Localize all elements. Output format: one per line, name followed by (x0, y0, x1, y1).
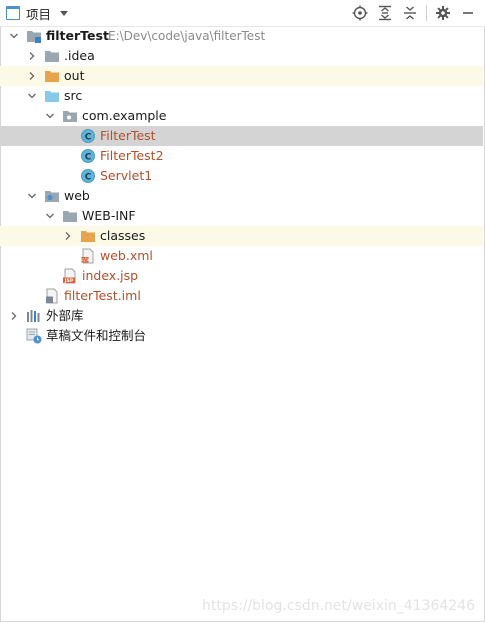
node-label: .idea (64, 48, 95, 63)
node-label: out (64, 68, 85, 83)
project-name: filterTest (46, 28, 109, 43)
source-folder-icon (44, 88, 60, 104)
chevron-right-icon[interactable] (26, 50, 38, 62)
tree-node-class-filtertest2[interactable]: C FilterTest2 (0, 146, 483, 166)
project-panel-icon (6, 6, 20, 20)
node-label: Servlet1 (100, 168, 153, 183)
web-folder-icon (44, 188, 60, 204)
java-class-icon: C (80, 128, 96, 144)
collapse-all-icon[interactable] (401, 4, 419, 22)
expand-all-icon[interactable] (376, 4, 394, 22)
java-class-icon: C (80, 148, 96, 164)
chevron-down-icon[interactable] (26, 90, 38, 102)
chevron-down-icon[interactable] (44, 210, 56, 222)
project-tree: filterTest E:\Dev\code\java\filterTest .… (0, 26, 483, 346)
tree-node-scratches[interactable]: 草稿文件和控制台 (0, 326, 483, 346)
svg-text:C: C (85, 153, 92, 163)
node-label: 外部库 (46, 308, 84, 323)
tree-node-webinf[interactable]: WEB-INF (0, 206, 483, 226)
watermark: https://blog.csdn.net/weixin_41364246 (201, 598, 475, 614)
view-selector[interactable]: 项目 (6, 3, 69, 23)
svg-text:</>: </> (80, 258, 90, 264)
chevron-right-icon[interactable] (26, 70, 38, 82)
tree-node-idea[interactable]: .idea (0, 46, 483, 66)
tree-node-class-servlet1[interactable]: C Servlet1 (0, 166, 483, 186)
chevron-down-icon[interactable] (44, 110, 56, 122)
locate-icon[interactable] (351, 4, 369, 22)
svg-text:JSP: JSP (64, 278, 74, 284)
module-folder-icon (26, 28, 42, 44)
iml-file-icon (44, 288, 60, 304)
chevron-down-icon[interactable] (8, 30, 20, 42)
node-label: index.jsp (82, 268, 139, 283)
folder-icon (44, 48, 60, 64)
chevron-right-icon[interactable] (62, 230, 74, 242)
tree-node-project-root[interactable]: filterTest E:\Dev\code\java\filterTest (0, 26, 483, 46)
xml-file-icon: </> (80, 248, 96, 264)
chevron-down-icon[interactable] (26, 190, 38, 202)
tree-node-web[interactable]: web (0, 186, 483, 206)
chevron-right-icon[interactable] (8, 310, 20, 322)
minimize-icon[interactable] (459, 4, 477, 22)
node-label: filterTest.iml (64, 288, 141, 303)
java-class-icon: C (80, 168, 96, 184)
tree-node-class-filtertest[interactable]: C FilterTest (0, 126, 483, 146)
toolbar-separator (426, 5, 427, 21)
node-label: classes (100, 228, 146, 243)
node-label: com.example (82, 108, 167, 123)
project-path: E:\Dev\code\java\filterTest (108, 29, 266, 43)
node-label: src (64, 88, 83, 103)
svg-text:C: C (85, 133, 92, 143)
tool-window-header: 项目 (0, 0, 485, 27)
tree-node-package[interactable]: com.example (0, 106, 483, 126)
tree-node-index-jsp[interactable]: JSP index.jsp (0, 266, 483, 286)
node-label: FilterTest2 (100, 148, 164, 163)
tree-node-iml[interactable]: filterTest.iml (0, 286, 483, 306)
tree-node-external-libraries[interactable]: 外部库 (0, 306, 483, 326)
node-label: WEB-INF (82, 208, 136, 223)
chevron-down-icon (60, 10, 69, 16)
package-icon (62, 108, 78, 124)
tree-node-web-xml[interactable]: </> web.xml (0, 246, 483, 266)
view-title: 项目 (26, 6, 52, 22)
scratches-icon (26, 328, 42, 344)
tree-node-out[interactable]: out (0, 66, 483, 86)
jsp-file-icon: JSP (62, 268, 78, 284)
tree-node-src[interactable]: src (0, 86, 483, 106)
gear-icon[interactable] (434, 4, 452, 22)
node-label: web.xml (100, 248, 153, 263)
node-label: 草稿文件和控制台 (46, 328, 147, 343)
library-icon (26, 308, 42, 324)
svg-text:C: C (85, 173, 92, 183)
header-toolbar (344, 3, 477, 23)
tree-node-classes[interactable]: classes (0, 226, 483, 246)
node-label: web (64, 188, 90, 203)
excluded-folder-icon (80, 228, 96, 244)
folder-icon (62, 208, 78, 224)
node-label: FilterTest (100, 128, 156, 143)
excluded-folder-icon (44, 68, 60, 84)
